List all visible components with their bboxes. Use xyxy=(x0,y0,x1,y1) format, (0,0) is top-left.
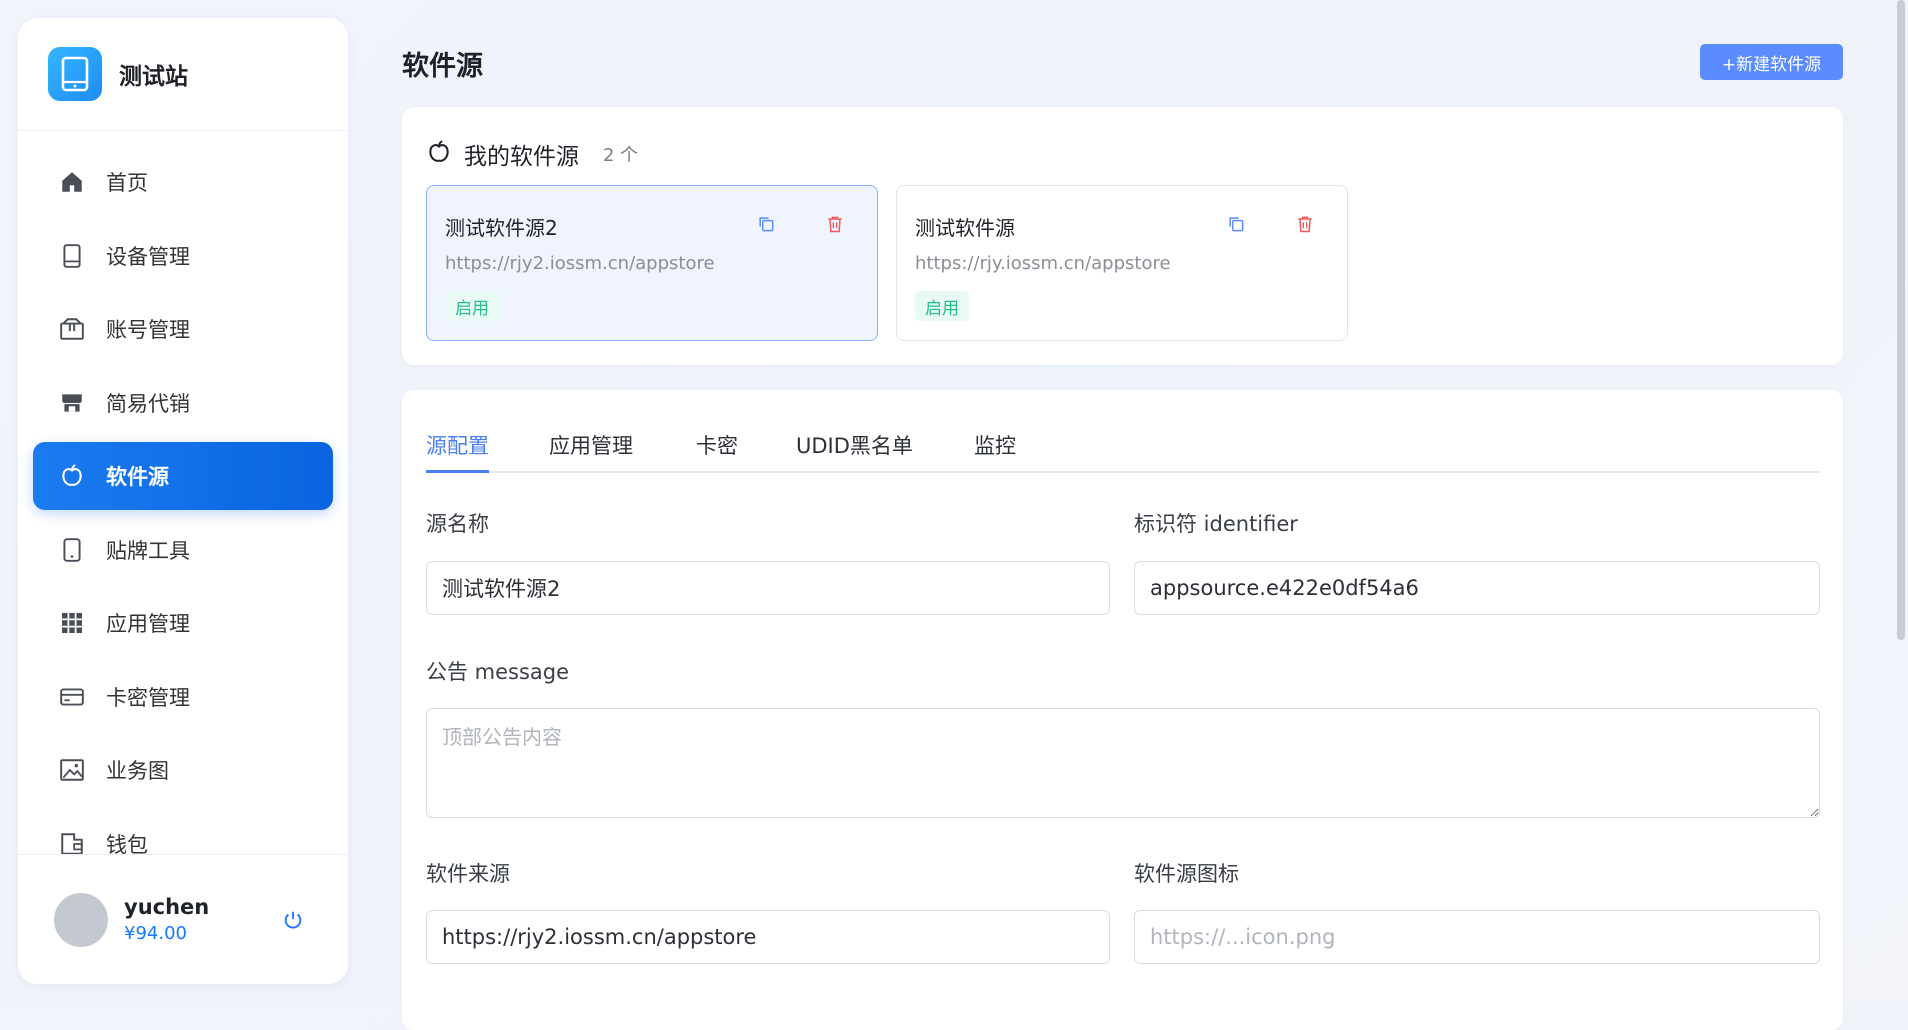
tab-card-keys[interactable]: 卡密 xyxy=(696,430,738,473)
identifier-input[interactable] xyxy=(1134,561,1820,615)
user-name: yuchen xyxy=(124,895,210,919)
sidebar-item-consignment[interactable]: 简易代销 xyxy=(33,369,333,437)
page-scrollbar[interactable] xyxy=(1894,0,1908,1002)
sidebar: 测试站 首页 设备管理 账号管理 简易代销 软件源 贴牌工具 应用管理 卡密管理… xyxy=(18,18,348,984)
sidebar-item-apps[interactable]: 应用管理 xyxy=(33,589,333,657)
identifier-label: 标识符 identifier xyxy=(1134,512,1298,536)
source-icon-input[interactable] xyxy=(1134,910,1820,964)
sidebar-item-label: 账号管理 xyxy=(106,318,190,342)
delete-icon[interactable] xyxy=(1295,214,1315,234)
source-name: 测试软件源2 xyxy=(445,216,558,240)
sidebar-item-label: 应用管理 xyxy=(106,612,190,636)
apple-icon xyxy=(58,462,86,490)
tab-monitor[interactable]: 监控 xyxy=(974,430,1016,473)
tab-udid-blacklist[interactable]: UDID黑名单 xyxy=(796,430,913,473)
sources-header: 我的软件源 2 个 xyxy=(426,137,638,171)
phone-icon xyxy=(58,536,86,564)
sidebar-item-label: 业务图 xyxy=(106,759,169,783)
scrollbar-thumb[interactable] xyxy=(1897,0,1905,640)
sidebar-item-devices[interactable]: 设备管理 xyxy=(33,222,333,290)
tab-source-config[interactable]: 源配置 xyxy=(426,430,489,473)
source-card[interactable]: 测试软件源 https://rjy.iossm.cn/appstore 启用 xyxy=(896,185,1348,341)
store-icon xyxy=(58,389,86,417)
sidebar-item-business-image[interactable]: 业务图 xyxy=(33,736,333,804)
source-url: https://rjy.iossm.cn/appstore xyxy=(915,253,1171,274)
sidebar-item-card-keys[interactable]: 卡密管理 xyxy=(33,663,333,731)
user-balance: ¥94.00 xyxy=(124,923,187,944)
user-panel: yuchen ¥94.00 xyxy=(18,854,348,984)
sidebar-item-label: 软件源 xyxy=(106,465,169,489)
source-icon-label: 软件源图标 xyxy=(1134,862,1239,886)
avatar[interactable] xyxy=(54,892,108,947)
card-icon xyxy=(58,683,86,711)
home-icon xyxy=(58,168,86,196)
user-info: yuchen ¥94.00 xyxy=(124,895,209,944)
package-icon xyxy=(58,315,86,343)
source-config-card: 源配置 应用管理 卡密 UDID黑名单 监控 源名称 标识符 identifie… xyxy=(402,390,1843,1030)
source-url: https://rjy2.iossm.cn/appstore xyxy=(445,253,715,274)
message-textarea[interactable] xyxy=(426,708,1820,818)
sidebar-item-branding-tool[interactable]: 贴牌工具 xyxy=(33,516,333,584)
sidebar-item-accounts[interactable]: 账号管理 xyxy=(33,295,333,363)
source-name-input[interactable] xyxy=(426,561,1110,615)
brand[interactable]: 测试站 xyxy=(18,18,348,131)
tablet-icon xyxy=(58,242,86,270)
copy-icon[interactable] xyxy=(1226,214,1246,234)
apple-icon xyxy=(426,139,452,169)
delete-icon[interactable] xyxy=(825,214,845,234)
sidebar-item-software-source[interactable]: 软件源 xyxy=(33,442,333,510)
sidebar-item-home[interactable]: 首页 xyxy=(33,148,333,216)
source-card[interactable]: 测试软件源2 https://rjy2.iossm.cn/appstore 启用 xyxy=(426,185,878,341)
software-source-input[interactable] xyxy=(426,910,1110,964)
brand-logo-icon xyxy=(48,47,102,101)
sidebar-item-label: 卡密管理 xyxy=(106,685,190,710)
new-source-button[interactable]: +新建软件源 xyxy=(1700,44,1843,80)
status-badge: 启用 xyxy=(445,291,499,321)
image-icon xyxy=(58,756,86,784)
sidebar-item-label: 简易代销 xyxy=(106,391,190,416)
grid-icon xyxy=(58,609,86,637)
sidebar-item-label: 贴牌工具 xyxy=(106,538,190,563)
message-label: 公告 message xyxy=(426,660,570,684)
source-name-label: 源名称 xyxy=(426,512,489,536)
status-badge: 启用 xyxy=(915,291,969,321)
sources-count: 2 个 xyxy=(603,145,639,166)
sidebar-item-label: 设备管理 xyxy=(106,244,190,269)
source-name: 测试软件源 xyxy=(915,216,1015,240)
copy-icon[interactable] xyxy=(756,214,776,234)
page-title: 软件源 xyxy=(402,51,483,82)
software-source-label: 软件来源 xyxy=(426,862,510,886)
tab-bar: 源配置 应用管理 卡密 UDID黑名单 监控 xyxy=(426,430,1820,473)
sidebar-item-label: 首页 xyxy=(106,171,148,195)
my-sources-card: 我的软件源 2 个 测试软件源2 https://rjy2.iossm.cn/a… xyxy=(402,107,1843,365)
sources-title: 我的软件源 xyxy=(464,144,579,170)
tab-app-management[interactable]: 应用管理 xyxy=(549,430,633,473)
sidebar-nav: 首页 设备管理 账号管理 简易代销 软件源 贴牌工具 应用管理 卡密管理 业务图… xyxy=(18,131,348,871)
brand-title: 测试站 xyxy=(119,64,188,90)
power-icon[interactable] xyxy=(282,909,304,931)
